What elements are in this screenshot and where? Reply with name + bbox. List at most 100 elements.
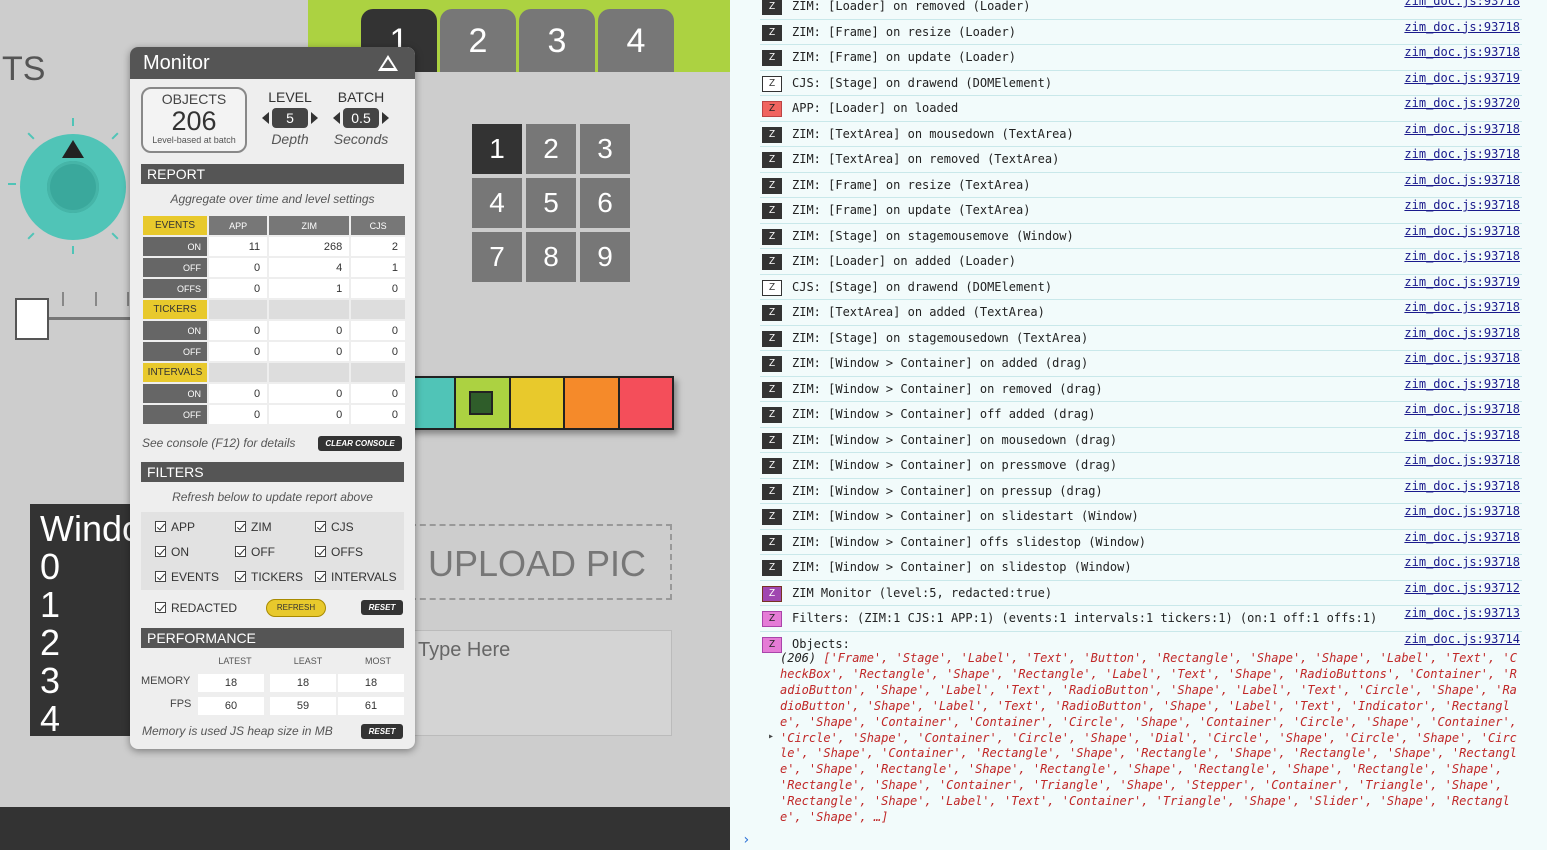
redacted-checkbox[interactable]: REDACTED <box>155 601 237 615</box>
filter-checkbox[interactable]: OFFS <box>315 545 363 559</box>
pad-key[interactable]: 1 <box>472 124 522 174</box>
console-row: Z ZIM: [TextArea] on mousedown (TextArea)… <box>760 122 1522 147</box>
log-source-link[interactable]: zim_doc.js:93718 <box>1404 147 1520 161</box>
log-badge-icon: Z <box>762 611 782 627</box>
filter-checkbox[interactable]: CJS <box>315 520 354 534</box>
log-source-link[interactable]: zim_doc.js:93718 <box>1404 428 1520 442</box>
pad-key[interactable]: 3 <box>580 124 630 174</box>
pad-key[interactable]: 2 <box>526 124 576 174</box>
filter-checkbox[interactable]: INTERVALS <box>315 570 397 584</box>
batch-label: BATCH <box>337 89 385 105</box>
tab-4[interactable]: 4 <box>598 9 674 72</box>
log-message: ZIM: [TextArea] on removed (TextArea) <box>792 152 1060 166</box>
log-source-link[interactable]: zim_doc.js:93718 <box>1404 453 1520 467</box>
log-source-link[interactable]: zim_doc.js:93714 <box>1404 632 1520 646</box>
console-row: Z APP: [Loader] on loaded zim_doc.js:93720 <box>760 96 1522 122</box>
filter-checkbox[interactable]: ZIM <box>235 520 272 534</box>
report-cell: 0 <box>269 405 350 424</box>
filter-checkbox[interactable]: EVENTS <box>155 570 219 584</box>
redacted-label: REDACTED <box>171 601 238 615</box>
console-row: Z ZIM: [Frame] on update (Loader) zim_doc.… <box>760 45 1522 71</box>
window-line: 0 <box>40 546 61 587</box>
log-message: ZIM: [Window > Container] on pressup (dr… <box>792 483 1103 498</box>
pad-key[interactable]: 6 <box>580 178 630 228</box>
log-source-link[interactable]: zim_doc.js:93718 <box>1404 0 1520 8</box>
color-swatch[interactable] <box>456 378 511 428</box>
filters-reset-button[interactable]: RESET <box>361 600 403 615</box>
color-swatch[interactable] <box>565 378 620 428</box>
checkbox-check-icon <box>155 571 166 582</box>
filter-checkbox[interactable]: ON <box>155 545 189 559</box>
tab-2[interactable]: 2 <box>440 9 516 72</box>
filter-label: OFFS <box>331 545 363 559</box>
log-source-link[interactable]: zim_doc.js:93718 <box>1404 300 1520 314</box>
perf-col-most: MOST <box>365 656 391 666</box>
report-row-label: ON <box>143 237 207 256</box>
log-message: ZIM: [Frame] on update (Loader) <box>792 50 1016 64</box>
refresh-button[interactable]: REFRESH <box>266 599 326 617</box>
log-source-link[interactable]: zim_doc.js:93718 <box>1404 326 1520 340</box>
log-source-link[interactable]: zim_doc.js:93719 <box>1404 71 1520 85</box>
text-area[interactable]: Type Here <box>410 630 672 736</box>
checkbox-check-icon <box>235 571 246 582</box>
log-source-link[interactable]: zim_doc.js:93712 <box>1404 581 1520 595</box>
batch-decrease-icon[interactable] <box>333 112 340 124</box>
collapse-triangle-icon[interactable] <box>378 55 398 71</box>
log-source-link[interactable]: zim_doc.js:93718 <box>1404 173 1520 187</box>
level-increase-icon[interactable] <box>311 112 318 124</box>
filter-checkbox[interactable]: APP <box>155 520 195 534</box>
pad-key[interactable]: 4 <box>472 178 522 228</box>
log-source-link[interactable]: zim_doc.js:93718 <box>1404 555 1520 569</box>
log-source-link[interactable]: zim_doc.js:93718 <box>1404 122 1520 136</box>
pad-key[interactable]: 8 <box>526 232 576 282</box>
log-source-link[interactable]: zim_doc.js:93718 <box>1404 377 1520 391</box>
log-source-link[interactable]: zim_doc.js:93718 <box>1404 530 1520 544</box>
monitor-header[interactable]: Monitor <box>130 47 415 79</box>
number-pad: 1 2 3 4 5 6 7 8 9 <box>472 124 630 282</box>
log-source-link[interactable]: zim_doc.js:93718 <box>1404 45 1520 59</box>
pad-key[interactable]: 7 <box>472 232 522 282</box>
console-row: Z ZIM: [Frame] on resize (Loader) zim_doc.… <box>760 20 1522 45</box>
clear-console-button[interactable]: CLEAR CONSOLE <box>318 436 402 451</box>
log-source-link[interactable]: zim_doc.js:93718 <box>1404 198 1520 212</box>
upload-pic-button[interactable]: UPLOAD PIC <box>410 524 672 600</box>
perf-col-least: LEAST <box>293 656 323 666</box>
filter-label: APP <box>171 520 196 534</box>
log-badge-icon: Z <box>762 228 782 245</box>
report-cell: 0 <box>209 258 268 277</box>
log-source-link[interactable]: zim_doc.js:93718 <box>1404 224 1520 238</box>
pad-key[interactable]: 5 <box>526 178 576 228</box>
log-source-link[interactable]: zim_doc.js:93713 <box>1404 606 1520 620</box>
log-source-link[interactable]: zim_doc.js:93718 <box>1404 504 1520 518</box>
console-prompt[interactable]: › <box>742 832 750 848</box>
color-swatch[interactable] <box>510 378 566 428</box>
filter-label: ON <box>171 545 189 559</box>
log-source-link[interactable]: zim_doc.js:93719 <box>1404 275 1520 289</box>
slider-knob[interactable] <box>15 298 49 340</box>
report-cell: 0 <box>351 405 405 424</box>
pad-key[interactable]: 9 <box>580 232 630 282</box>
fps-label: FPS <box>170 698 192 710</box>
report-col-header: CJS <box>351 216 405 235</box>
filter-label: TICKERS <box>251 570 304 584</box>
console-row: Z ZIM: [Frame] on resize (TextArea) zim_do… <box>760 173 1522 198</box>
dial[interactable] <box>20 134 126 240</box>
level-value: 5 <box>272 108 308 128</box>
log-source-link[interactable]: zim_doc.js:93720 <box>1404 96 1520 110</box>
batch-increase-icon[interactable] <box>382 112 389 124</box>
perf-reset-button[interactable]: RESET <box>361 724 403 739</box>
scroll-window[interactable]: Windo 0 1 2 3 4 <box>30 504 140 736</box>
filter-checkbox[interactable]: TICKERS <box>235 570 303 584</box>
log-badge-icon: Z <box>762 330 782 347</box>
color-swatch[interactable] <box>619 378 673 428</box>
level-decrease-icon[interactable] <box>262 112 269 124</box>
log-source-link[interactable]: zim_doc.js:93718 <box>1404 351 1520 365</box>
log-source-link[interactable]: zim_doc.js:93718 <box>1404 20 1520 34</box>
log-badge-icon: Z <box>762 24 782 41</box>
log-source-link[interactable]: zim_doc.js:93718 <box>1404 402 1520 416</box>
expand-caret-icon[interactable]: ▸ <box>768 731 774 742</box>
filter-checkbox[interactable]: OFF <box>235 545 275 559</box>
log-source-link[interactable]: zim_doc.js:93718 <box>1404 479 1520 493</box>
tab-3[interactable]: 3 <box>519 9 595 72</box>
log-source-link[interactable]: zim_doc.js:93718 <box>1404 249 1520 263</box>
